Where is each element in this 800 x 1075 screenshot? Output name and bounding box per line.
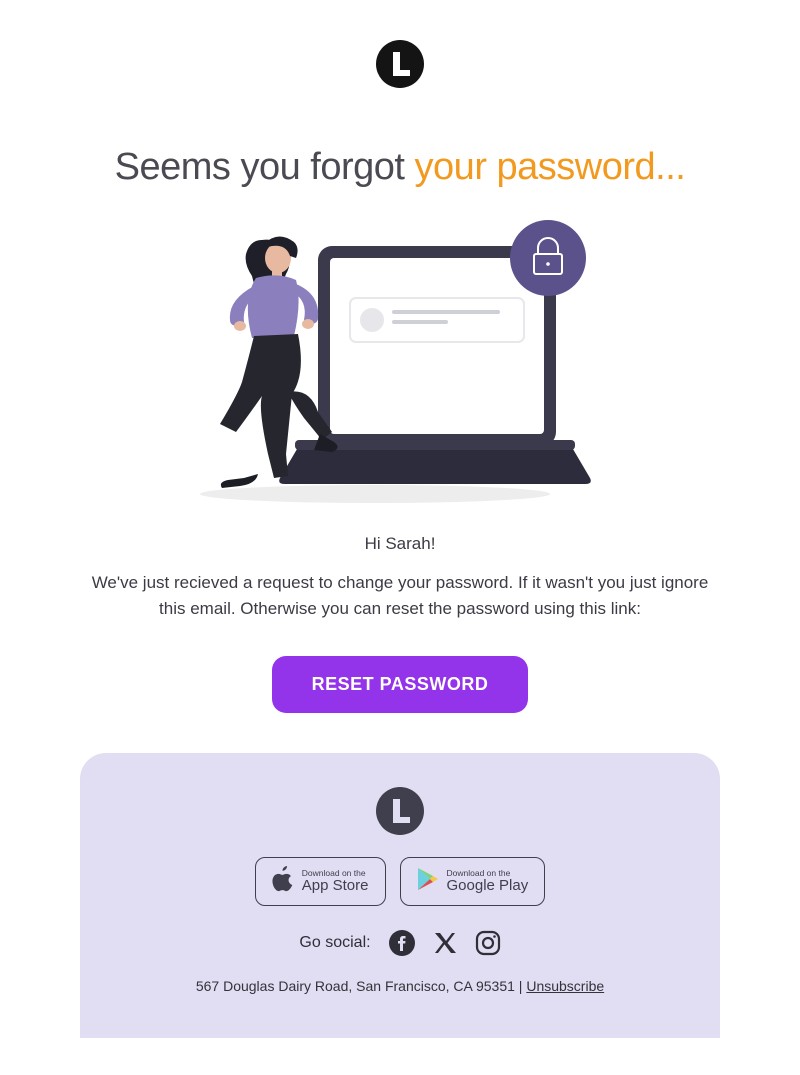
app-store-big: App Store: [302, 878, 369, 894]
headline: Seems you forgot your password...: [80, 144, 720, 192]
footer-address: 567 Douglas Dairy Road, San Francisco, C…: [196, 978, 526, 994]
google-play-big: Google Play: [447, 878, 529, 894]
google-play-badge[interactable]: Download on the Google Play: [400, 857, 546, 906]
store-badges: Download on the App Store Download on th…: [100, 857, 700, 906]
facebook-icon[interactable]: [389, 930, 415, 956]
email-main: Seems you forgot your password...: [80, 40, 720, 713]
social-label: Go social:: [299, 934, 370, 952]
header-logo: [80, 40, 720, 88]
greeting-text: Hi Sarah!: [80, 534, 720, 554]
x-twitter-icon[interactable]: [433, 931, 457, 955]
app-store-badge[interactable]: Download on the App Store: [255, 857, 386, 906]
headline-part2: your password...: [415, 146, 686, 188]
social-row: Go social:: [100, 930, 700, 956]
hero-illustration: [200, 216, 600, 506]
instagram-icon[interactable]: [475, 930, 501, 956]
email-footer: Download on the App Store Download on th…: [80, 753, 720, 1038]
footer-address-line: 567 Douglas Dairy Road, San Francisco, C…: [100, 978, 700, 994]
logo-icon: [376, 787, 424, 835]
footer-logo: [100, 787, 700, 835]
reset-password-button[interactable]: RESET PASSWORD: [272, 656, 529, 713]
unsubscribe-link[interactable]: Unsubscribe: [526, 978, 604, 994]
headline-part1: Seems you forgot: [115, 146, 415, 188]
body-paragraph: We've just recieved a request to change …: [80, 570, 720, 623]
google-play-icon: [417, 867, 439, 896]
apple-icon: [272, 866, 294, 897]
logo-icon: [376, 40, 424, 88]
